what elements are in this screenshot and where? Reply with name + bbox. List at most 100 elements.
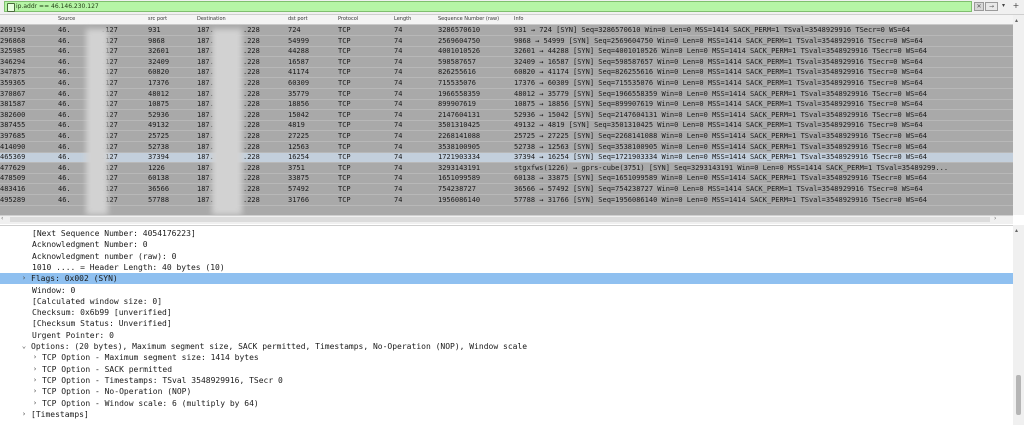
detail-tree-item[interactable]: › TCP Option - Maximum segment size: 1414… [0, 352, 1013, 363]
collapsed-arrow-icon[interactable]: › [31, 386, 39, 397]
packet-cell-seq: 826255616 [438, 68, 476, 77]
collapsed-arrow-icon[interactable]: › [31, 398, 39, 409]
packet-row[interactable]: 381587 46. .127 10875 187. .228 18856 TCP 74 8999… [0, 100, 1013, 111]
detail-tree-label: Checksum: 0x6b99 [unverified] [32, 308, 172, 318]
column-header-src-port[interactable]: src port [148, 16, 167, 23]
packet-row[interactable]: 483416 46. .127 36566 187. .228 57492 TCP 74 7542… [0, 185, 1013, 195]
collapsed-arrow-icon[interactable]: › [31, 352, 39, 363]
expanded-arrow-icon[interactable]: ⌄ [20, 341, 28, 352]
packet-cell-len: 74 [394, 36, 403, 45]
packet-row[interactable]: 397685 46. .127 25725 187. .228 27225 TCP 74 2268… [0, 132, 1013, 142]
column-header-source[interactable]: Source [58, 16, 75, 23]
packet-cell-dport: 18856 [288, 100, 310, 109]
packet-row[interactable]: 382600 46. .127 52936 187. .228 15042 TCP 74 2147… [0, 110, 1013, 121]
packet-cell-info: 57788 → 31766 [SYN] Seq=1956086140 Win=0… [514, 195, 928, 204]
detail-tree-item[interactable]: › [Timestamps] [0, 409, 1013, 420]
detail-tree-item[interactable]: Acknowledgment Number: 0 [0, 239, 1013, 250]
packet-row[interactable]: 296868 46. .127 9868 187. .228 54999 TCP 74 25696… [0, 36, 1013, 47]
packet-row[interactable]: 414090 46. .127 52738 187. .228 12563 TCP 74 3538… [0, 142, 1013, 153]
packet-row[interactable]: 495289 46. .127 57788 187. .228 31766 TCP 74 1956… [0, 195, 1013, 206]
packet-cell-proto: TCP [338, 89, 351, 98]
packet-cell-dst-tail: .228 [243, 26, 260, 34]
apply-filter-button[interactable]: → [985, 2, 998, 11]
column-header-protocol[interactable]: Protocol [338, 16, 358, 23]
detail-tree-item[interactable]: 1010 .... = Header Length: 40 bytes (10) [0, 262, 1013, 273]
packet-row[interactable]: 325985 46. .127 32601 187. .228 44288 TCP 74 4001… [0, 47, 1013, 58]
bookmark-icon[interactable] [7, 3, 15, 12]
packet-list[interactable]: Source src port Destination dst port Pro… [0, 15, 1013, 215]
detail-tree-label: TCP Option - No-Operation (NOP) [42, 387, 192, 397]
detail-tree-label: [Calculated window size: 0] [32, 296, 163, 306]
collapsed-arrow-icon[interactable]: › [20, 273, 28, 284]
detail-tree-item[interactable]: [Checksum Status: Unverified] [0, 318, 1013, 329]
detail-tree-item[interactable]: › TCP Option - Window scale: 6 (multiply … [0, 398, 1013, 409]
filter-history-dropdown[interactable]: ▾ [999, 2, 1008, 11]
detail-tree-item[interactable]: › Flags: 0x002 (SYN) [0, 273, 1013, 285]
packet-row[interactable]: 465369 46. .127 37394 187. .228 16254 TCP 74 1721… [0, 153, 1013, 164]
packet-row[interactable]: 370867 46. .127 48012 187. .228 35779 TCP 74 1966… [0, 89, 1013, 100]
packet-row[interactable]: 359365 46. .127 17376 187. .228 60309 TCP 74 7155… [0, 79, 1013, 89]
detail-tree-item[interactable]: [Calculated window size: 0] [0, 296, 1013, 307]
scrollbar-thumb[interactable] [1016, 375, 1021, 415]
collapsed-arrow-icon[interactable]: › [31, 364, 39, 375]
packet-cell-dport: 35779 [288, 89, 310, 98]
collapsed-arrow-icon[interactable]: › [20, 409, 28, 420]
packet-cell-proto: TCP [338, 26, 351, 34]
packet-cell-len: 74 [394, 100, 403, 109]
add-filter-button[interactable]: + [1011, 2, 1021, 11]
packet-row[interactable]: 478509 46. .127 60138 187. .228 33875 TCP 74 1651… [0, 174, 1013, 185]
packet-cell-no: 477629 [0, 163, 26, 172]
packet-row[interactable]: 346294 46. .127 32409 187. .228 16587 TCP 74 5985… [0, 57, 1013, 68]
packet-cell-len: 74 [394, 89, 403, 98]
packet-cell-sport: 1226 [148, 163, 165, 172]
detail-tree-item[interactable]: [Next Sequence Number: 4054176223] [0, 228, 1013, 239]
packet-row[interactable]: 347875 46. .127 60820 187. .228 41174 TCP 74 8262… [0, 68, 1013, 79]
detail-tree-item[interactable]: Checksum: 0x6b99 [unverified] [0, 307, 1013, 318]
column-header-sequence-number[interactable]: Sequence Number (raw) [438, 16, 499, 23]
packet-cell-src: 46. [58, 89, 71, 98]
packet-cell-sport: 931 [148, 26, 161, 34]
detail-tree-item[interactable]: ⌄ Options: (20 bytes), Maximum segment si… [0, 341, 1013, 352]
packet-cell-seq: 2147604131 [438, 110, 481, 119]
packet-cell-sport: 17376 [148, 79, 170, 87]
packet-cell-src: 46. [58, 132, 71, 140]
packet-cell-info: 32409 → 16587 [SYN] Seq=598587657 Win=0 … [514, 57, 923, 66]
packet-cell-proto: TCP [338, 174, 351, 183]
packet-cell-info: stgxfws(1226) → gprs-cube(3751) [SYN] Se… [514, 163, 949, 172]
packet-cell-proto: TCP [338, 132, 351, 140]
packet-list-scrollbar[interactable]: ▴ [1013, 15, 1024, 215]
packet-row[interactable]: 477629 46. .127 1226 187. .228 3751 TCP 74 329314… [0, 163, 1013, 174]
column-header-info[interactable]: Info [514, 16, 523, 23]
column-header-length[interactable]: Length [394, 16, 411, 23]
packet-cell-dst-tail: .228 [243, 100, 260, 109]
display-filter-toolbar: ip.addr == 46.146.230.127 ✕ → ▾ + [0, 0, 1024, 15]
packet-row[interactable]: 387455 46. .127 49132 187. .228 4819 TCP 74 35013… [0, 121, 1013, 132]
packet-cell-no: 325985 [0, 47, 26, 56]
packet-list-horizontal-scrollbar[interactable]: ‹ › [0, 215, 1013, 224]
scrollbar-thumb[interactable] [10, 217, 990, 222]
column-header-destination[interactable]: Destination [197, 16, 226, 23]
column-header-dst-port[interactable]: dst port [288, 16, 308, 23]
packet-cell-info: 9868 → 54999 [SYN] Seq=2569604750 Win=0 … [514, 36, 923, 45]
detail-tree-item[interactable]: Window: 0 [0, 285, 1013, 296]
display-filter-input[interactable]: ip.addr == 46.146.230.127 [4, 1, 972, 12]
packet-row[interactable]: 269194 46. .127 931 187. .228 724 TCP 74 32865706… [0, 26, 1013, 36]
detail-tree-item[interactable]: › TCP Option - SACK permitted [0, 364, 1013, 375]
packet-details-scrollbar[interactable]: ▴ [1013, 225, 1024, 425]
detail-tree-label: Acknowledgment Number: 0 [32, 240, 148, 250]
packet-cell-dport: 16587 [288, 57, 310, 66]
scroll-right-icon: › [994, 215, 997, 222]
detail-tree-item[interactable]: Urgent Pointer: 0 [0, 330, 1013, 341]
packet-cell-dport: 41174 [288, 68, 310, 77]
packet-cell-proto: TCP [338, 110, 351, 119]
detail-tree-item[interactable]: Acknowledgment number (raw): 0 [0, 251, 1013, 262]
packet-cell-no: 347875 [0, 68, 26, 77]
collapsed-arrow-icon[interactable]: › [31, 375, 39, 386]
detail-tree-item[interactable]: › TCP Option - Timestamps: TSval 35489299… [0, 375, 1013, 386]
detail-tree-item[interactable]: › TCP Option - No-Operation (NOP) [0, 386, 1013, 397]
packet-cell-proto: TCP [338, 68, 351, 77]
packet-cell-info: 32601 → 44288 [SYN] Seq=4001010526 Win=0… [514, 47, 928, 56]
packet-details-pane[interactable]: [Next Sequence Number: 4054176223] Acknow… [0, 225, 1013, 426]
clear-filter-button[interactable]: ✕ [974, 2, 984, 11]
packet-cell-dport: 15042 [288, 110, 310, 119]
